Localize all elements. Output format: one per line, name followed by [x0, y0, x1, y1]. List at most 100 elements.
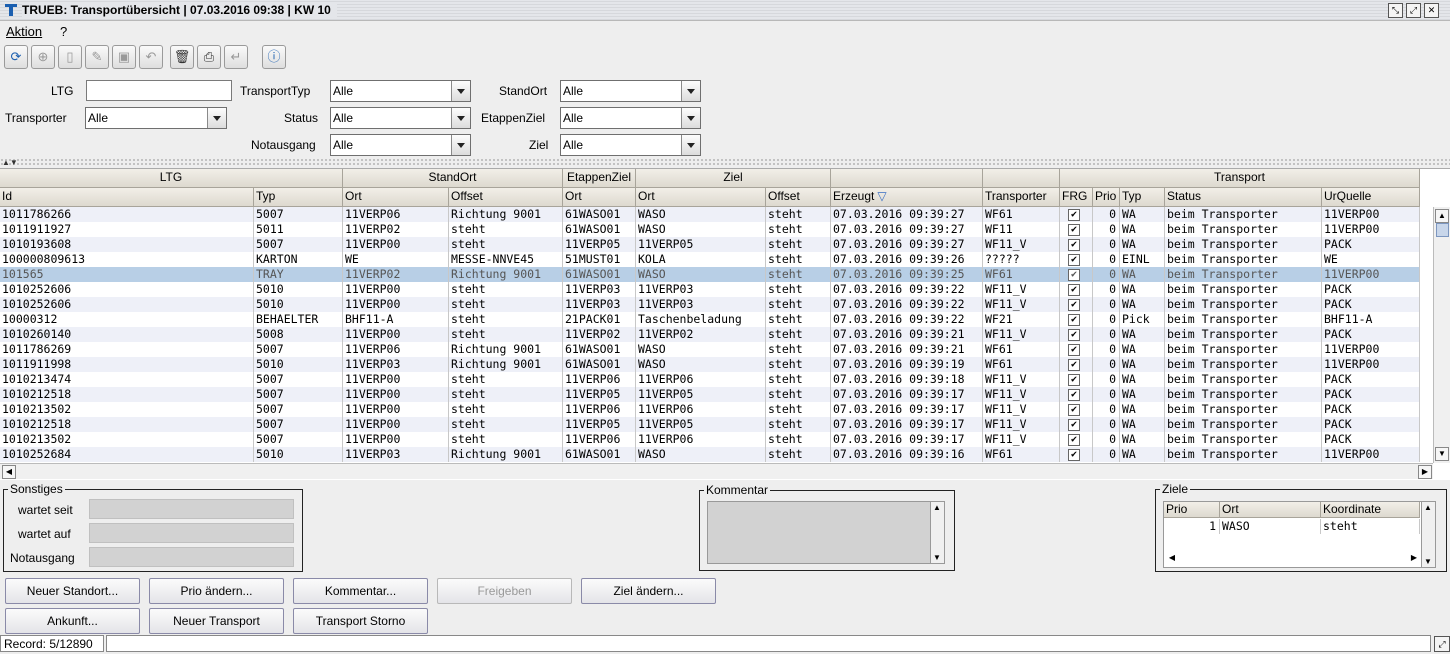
table-cell[interactable]: WA [1120, 222, 1165, 237]
column-header-11[interactable]: Typ [1120, 188, 1165, 207]
table-row[interactable]: 1010252684 5010 11VERP03 Richtung 9001 61WAS… [0, 447, 1420, 462]
table-cell[interactable]: steht [766, 387, 831, 402]
table-row[interactable]: 1010212518 5007 11VERP00 steht 11VERP05 11VER… [0, 387, 1420, 402]
table-cell[interactable]: steht [449, 237, 563, 252]
column-header-3[interactable]: Offset [449, 188, 563, 207]
table-cell[interactable]: PACK [1322, 387, 1420, 402]
table-cell[interactable]: 11VERP06 [563, 402, 636, 417]
undo-icon[interactable]: ↶ [139, 45, 163, 69]
frg-checkbox-cell[interactable]: ✔ [1060, 447, 1093, 462]
return-icon[interactable]: ↵ [224, 45, 248, 69]
table-cell[interactable]: steht [766, 357, 831, 372]
table-cell[interactable]: 1010212518 [0, 417, 254, 432]
close-icon[interactable]: ✕ [1424, 3, 1439, 18]
checkbox-checked-icon[interactable]: ✔ [1068, 283, 1080, 296]
table-cell[interactable]: Richtung 9001 [449, 342, 563, 357]
column-header-7[interactable]: Erzeugt ▽ [831, 188, 983, 207]
table-cell[interactable]: 11VERP06 [563, 432, 636, 447]
table-cell[interactable]: steht [766, 342, 831, 357]
table-cell[interactable]: 07.03.2016 09:39:21 [831, 327, 983, 342]
ziele-col-ort[interactable]: Ort [1220, 502, 1321, 518]
table-cell[interactable]: steht [766, 327, 831, 342]
table-cell[interactable]: 5007 [254, 417, 343, 432]
table-horizontal-scrollbar[interactable]: ◀ ▶ [0, 463, 1433, 479]
frg-checkbox-cell[interactable]: ✔ [1060, 432, 1093, 447]
table-cell[interactable]: 0 [1093, 282, 1120, 297]
table-cell[interactable]: WF11_V [983, 417, 1060, 432]
table-cell[interactable]: 11VERP00 [343, 297, 449, 312]
table-cell[interactable]: 11VERP06 [636, 402, 766, 417]
table-cell[interactable]: 11VERP00 [343, 237, 449, 252]
table-cell[interactable]: beim Transporter [1165, 387, 1322, 402]
table-cell[interactable]: 11VERP00 [1322, 357, 1420, 372]
table-row[interactable]: 101565 TRAY 11VERP02 Richtung 9001 61WASO01 W… [0, 267, 1420, 282]
table-cell[interactable]: WE [1322, 252, 1420, 267]
table-cell[interactable]: WF11_V [983, 327, 1060, 342]
scroll-up-icon[interactable]: ▲ [933, 503, 941, 512]
table-cell[interactable]: PACK [1322, 237, 1420, 252]
table-cell[interactable]: 100000809613 [0, 252, 254, 267]
table-cell[interactable]: 1010252684 [0, 447, 254, 462]
table-cell[interactable]: WF11_V [983, 297, 1060, 312]
table-cell[interactable]: TRAY [254, 267, 343, 282]
filter-standort-select[interactable]: Alle [560, 80, 701, 102]
table-cell[interactable]: WA [1120, 432, 1165, 447]
ziele-col-koordinate[interactable]: Koordinate [1321, 502, 1420, 518]
frg-checkbox-cell[interactable]: ✔ [1060, 207, 1093, 222]
frg-checkbox-cell[interactable]: ✔ [1060, 357, 1093, 372]
table-cell[interactable]: steht [766, 297, 831, 312]
table-cell[interactable]: 21PACK01 [563, 312, 636, 327]
table-cell[interactable]: 1011911927 [0, 222, 254, 237]
table-cell[interactable]: KOLA [636, 252, 766, 267]
filter-ltg-input[interactable] [86, 80, 232, 101]
table-cell[interactable]: WASO [636, 267, 766, 282]
table-cell[interactable]: 11VERP00 [343, 387, 449, 402]
table-cell[interactable]: WA [1120, 372, 1165, 387]
table-cell[interactable]: 07.03.2016 09:39:17 [831, 417, 983, 432]
table-cell[interactable]: beim Transporter [1165, 282, 1322, 297]
checkbox-checked-icon[interactable]: ✔ [1068, 268, 1080, 281]
table-cell[interactable]: ????? [983, 252, 1060, 267]
table-cell[interactable]: beim Transporter [1165, 312, 1322, 327]
table-cell[interactable]: PACK [1322, 327, 1420, 342]
table-cell[interactable]: 11VERP00 [1322, 267, 1420, 282]
table-cell[interactable]: 61WASO01 [563, 207, 636, 222]
table-cell[interactable]: steht [449, 282, 563, 297]
table-cell[interactable]: 07.03.2016 09:39:16 [831, 447, 983, 462]
table-cell[interactable]: 0 [1093, 417, 1120, 432]
table-cell[interactable]: WA [1120, 327, 1165, 342]
delete-icon[interactable]: 🗑 [170, 45, 194, 69]
table-row[interactable]: 1011786266 5007 11VERP06 Richtung 9001 61WAS… [0, 207, 1420, 222]
table-cell[interactable]: 5007 [254, 207, 343, 222]
frg-checkbox-cell[interactable]: ✔ [1060, 222, 1093, 237]
table-cell[interactable]: 51MUST01 [563, 252, 636, 267]
neuer-transport-button[interactable]: Neuer Transport [149, 608, 284, 634]
table-cell[interactable]: 101565 [0, 267, 254, 282]
table-cell[interactable]: steht [766, 312, 831, 327]
table-cell[interactable]: WA [1120, 387, 1165, 402]
scroll-thumb[interactable] [1436, 223, 1449, 237]
table-cell[interactable]: 11VERP06 [563, 372, 636, 387]
table-cell[interactable]: Richtung 9001 [449, 447, 563, 462]
ziel-aendern-button[interactable]: Ziel ändern... [581, 578, 716, 604]
table-cell[interactable]: beim Transporter [1165, 222, 1322, 237]
table-cell[interactable]: beim Transporter [1165, 372, 1322, 387]
table-cell[interactable]: 07.03.2016 09:39:18 [831, 372, 983, 387]
table-cell[interactable]: 11VERP00 [343, 327, 449, 342]
table-cell[interactable]: 61WASO01 [563, 342, 636, 357]
table-cell[interactable]: 07.03.2016 09:39:22 [831, 297, 983, 312]
table-cell[interactable]: WA [1120, 207, 1165, 222]
edit-icon[interactable]: ✎ [85, 45, 109, 69]
table-cell[interactable]: PACK [1322, 297, 1420, 312]
table-cell[interactable]: steht [449, 222, 563, 237]
table-cell[interactable]: 07.03.2016 09:39:27 [831, 207, 983, 222]
checkbox-checked-icon[interactable]: ✔ [1068, 358, 1080, 371]
table-cell[interactable]: 11VERP03 [343, 357, 449, 372]
kommentar-scrollbar[interactable]: ▲ ▼ [930, 501, 945, 564]
table-row[interactable]: 1010252606 5010 11VERP00 steht 11VERP03 11VER… [0, 297, 1420, 312]
table-row[interactable]: 1011911998 5010 11VERP03 Richtung 9001 61WAS… [0, 357, 1420, 372]
table-cell[interactable]: beim Transporter [1165, 447, 1322, 462]
table-cell[interactable]: 11VERP05 [636, 387, 766, 402]
table-cell[interactable]: steht [449, 432, 563, 447]
table-cell[interactable]: 5010 [254, 357, 343, 372]
